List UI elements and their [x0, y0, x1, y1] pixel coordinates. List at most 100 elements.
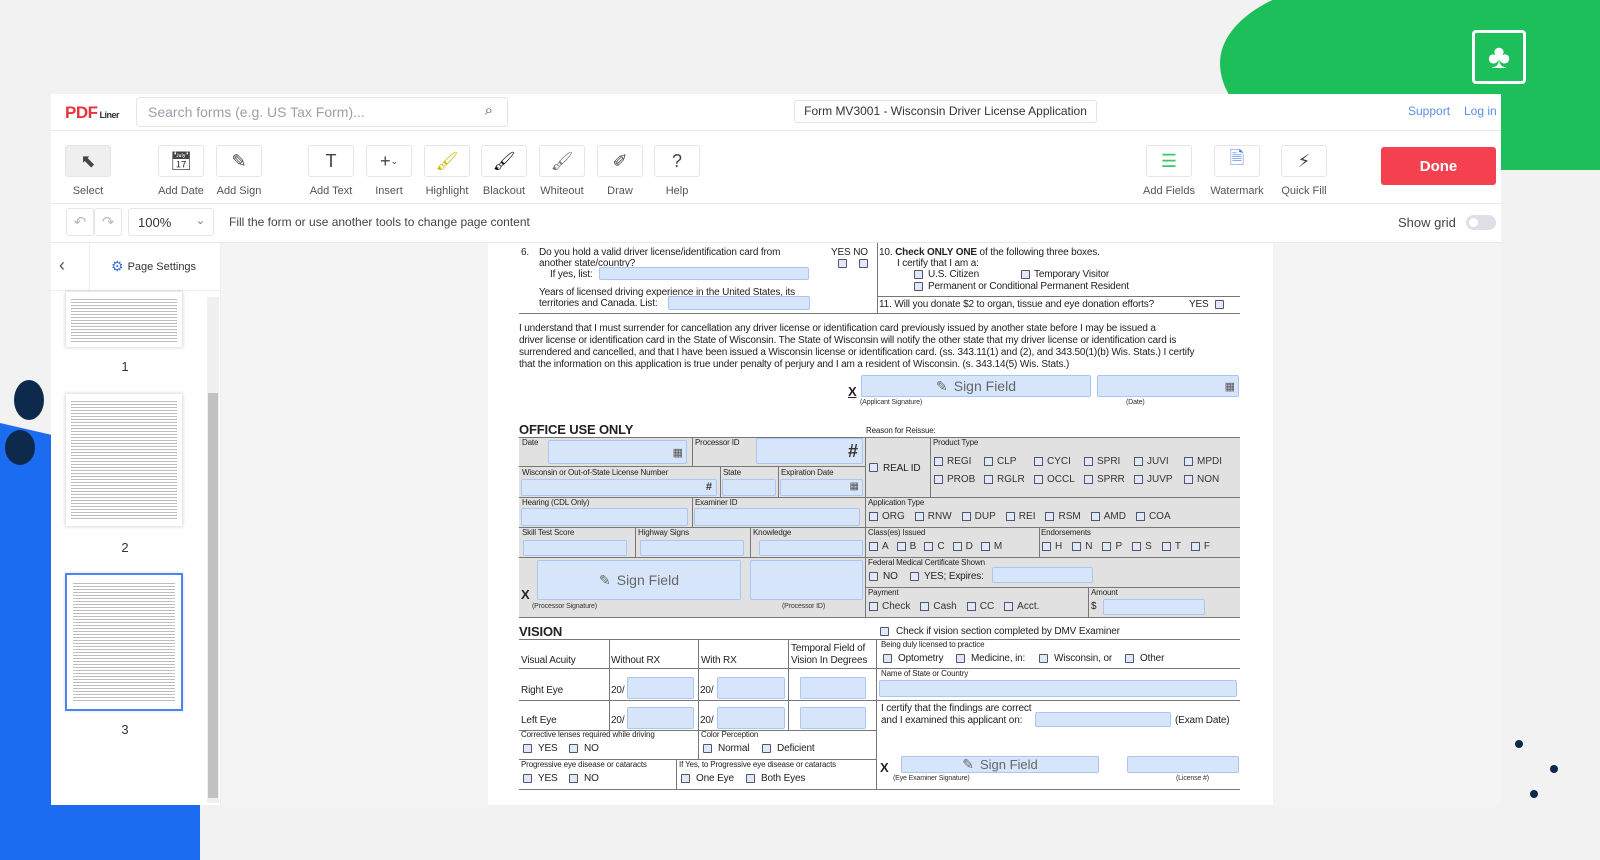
exam-date-field[interactable]: [1035, 712, 1171, 727]
checkbox[interactable]: [1134, 457, 1143, 466]
processor-id-field[interactable]: #: [756, 438, 863, 464]
help-button[interactable]: ?: [654, 145, 700, 177]
license-number-field[interactable]: #: [521, 479, 717, 496]
checkbox[interactable]: [966, 602, 976, 611]
one-eye-checkbox[interactable]: [681, 774, 690, 783]
applicant-date-field[interactable]: ▦: [1097, 375, 1239, 397]
checkbox[interactable]: [1190, 542, 1200, 551]
checkbox[interactable]: [1161, 542, 1171, 551]
add-fields-button[interactable]: ☰: [1146, 145, 1192, 177]
watermark-button[interactable]: 🗎︎: [1214, 145, 1260, 177]
add-text-button[interactable]: T: [308, 145, 354, 177]
corrective-yes-checkbox[interactable]: [523, 744, 532, 753]
checkbox[interactable]: [869, 542, 878, 551]
page-settings-button[interactable]: ⚙ Page Settings: [111, 258, 196, 275]
temporary-visitor-checkbox[interactable]: [1021, 270, 1030, 279]
color-deficient-checkbox[interactable]: [762, 744, 771, 753]
checkbox[interactable]: [1184, 457, 1193, 466]
checkbox[interactable]: [1132, 542, 1142, 551]
checkbox[interactable]: [961, 512, 971, 521]
checkbox-option[interactable]: ORG: [869, 511, 905, 522]
medicine-checkbox[interactable]: [956, 654, 965, 663]
checkbox[interactable]: [1134, 475, 1143, 484]
checkbox-option[interactable]: F: [1190, 541, 1210, 552]
show-grid-toggle[interactable]: [1466, 215, 1496, 230]
medical-expires-field[interactable]: [992, 567, 1093, 583]
checkbox-option[interactable]: REI: [1005, 511, 1035, 522]
left-eye-without-rx-field[interactable]: [627, 707, 694, 729]
years-experience-field[interactable]: [668, 296, 810, 310]
right-eye-temporal-field[interactable]: [800, 677, 866, 699]
checkbox-option[interactable]: SPRI: [1084, 456, 1134, 467]
add-sign-button[interactable]: ✎: [216, 145, 262, 177]
left-eye-with-rx-field[interactable]: [717, 707, 785, 729]
checkbox[interactable]: [980, 542, 990, 551]
checkbox-option[interactable]: SPRR: [1084, 474, 1134, 485]
checkbox[interactable]: [984, 475, 993, 484]
right-eye-with-rx-field[interactable]: [717, 677, 785, 699]
blackout-button[interactable]: 🖌︎: [481, 145, 527, 177]
processor-id-sign-field[interactable]: [750, 560, 863, 600]
q6-yes-checkbox[interactable]: [838, 259, 847, 268]
redo-button[interactable]: ↷: [94, 208, 122, 236]
checkbox-option[interactable]: Cash: [920, 601, 957, 612]
left-eye-temporal-field[interactable]: [800, 707, 866, 729]
zoom-select[interactable]: 100% ⌄: [128, 208, 214, 236]
insert-button[interactable]: + ⌄: [366, 145, 412, 177]
right-eye-without-rx-field[interactable]: [627, 677, 694, 699]
quick-fill-button[interactable]: ⚡︎: [1281, 145, 1327, 177]
checkbox[interactable]: [1042, 542, 1051, 551]
checkbox[interactable]: [1004, 602, 1014, 611]
checkbox-option[interactable]: T: [1161, 541, 1181, 552]
collapse-sidebar-icon[interactable]: ‹: [59, 255, 65, 276]
medical-no-checkbox[interactable]: [869, 572, 878, 581]
us-citizen-checkbox[interactable]: [914, 270, 923, 279]
highlight-button[interactable]: 🖌︎: [424, 145, 470, 177]
checkbox-option[interactable]: COA: [1135, 511, 1171, 522]
highway-signs-field[interactable]: [640, 540, 744, 556]
checkbox-option[interactable]: CC: [966, 601, 994, 612]
login-link[interactable]: Log in: [1464, 104, 1497, 118]
checkbox-option[interactable]: DUP: [961, 511, 996, 522]
processor-sign-field[interactable]: ✎ Sign Field: [537, 560, 741, 600]
checkbox[interactable]: [1084, 475, 1093, 484]
organ-donation-checkbox[interactable]: [1215, 300, 1224, 309]
examiner-license-field[interactable]: [1127, 756, 1239, 773]
checkbox[interactable]: [1072, 542, 1082, 551]
progressive-no-checkbox[interactable]: [569, 774, 578, 783]
page-thumbnail-2[interactable]: [65, 393, 183, 527]
checkbox-option[interactable]: S: [1132, 541, 1152, 552]
checkbox[interactable]: [1034, 457, 1043, 466]
checkbox[interactable]: [984, 457, 993, 466]
both-eyes-checkbox[interactable]: [746, 774, 755, 783]
undo-button[interactable]: ↶: [66, 208, 94, 236]
examiner-sign-field[interactable]: ✎ Sign Field: [901, 756, 1099, 773]
page-thumbnail-1[interactable]: [65, 291, 183, 348]
wisconsin-checkbox[interactable]: [1039, 654, 1048, 663]
state-country-field[interactable]: [879, 680, 1237, 697]
checkbox[interactable]: [1102, 542, 1112, 551]
checkbox[interactable]: [914, 512, 924, 521]
examiner-id-field[interactable]: [694, 508, 860, 526]
checkbox-option[interactable]: A: [869, 541, 889, 552]
checkbox[interactable]: [934, 457, 943, 466]
search-input[interactable]: [148, 104, 468, 120]
checkbox-option[interactable]: H: [1042, 541, 1062, 552]
scrollbar-thumb[interactable]: [208, 393, 218, 798]
checkbox-option[interactable]: Acct.: [1004, 601, 1039, 612]
checkbox[interactable]: [896, 542, 906, 551]
checkbox-option[interactable]: Check: [869, 601, 910, 612]
checkbox-option[interactable]: M: [980, 541, 1002, 552]
checkbox-option[interactable]: JUVP: [1134, 474, 1184, 485]
checkbox[interactable]: [1005, 512, 1015, 521]
whiteout-button[interactable]: 🖌︎: [539, 145, 585, 177]
checkbox-option[interactable]: RNW: [914, 511, 952, 522]
checkbox[interactable]: [920, 602, 930, 611]
expiration-date-field[interactable]: ▦: [780, 479, 863, 496]
checkbox[interactable]: [869, 512, 878, 521]
checkbox[interactable]: [1090, 512, 1100, 521]
checkbox[interactable]: [1034, 475, 1043, 484]
checkbox-option[interactable]: MPDI: [1184, 456, 1234, 467]
color-normal-checkbox[interactable]: [703, 744, 712, 753]
draw-button[interactable]: ✐: [597, 145, 643, 177]
